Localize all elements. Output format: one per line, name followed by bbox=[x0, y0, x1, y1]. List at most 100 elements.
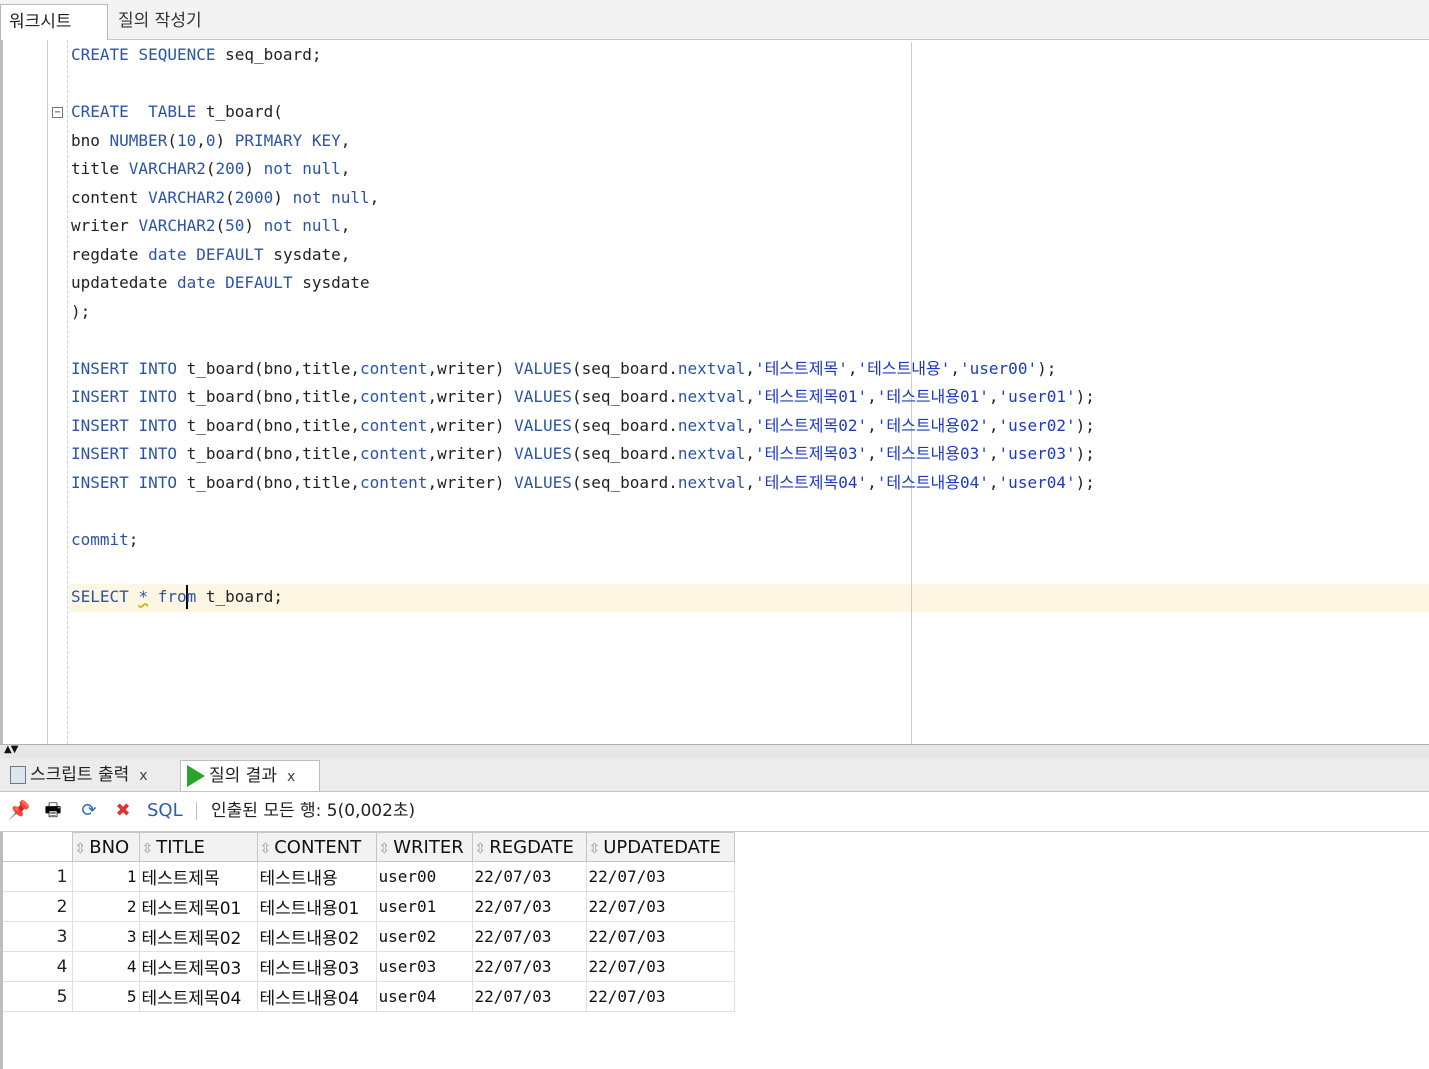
code-line[interactable]: writer VARCHAR2(50) not null, bbox=[71, 212, 1095, 241]
cell-title[interactable]: 테스트제목 bbox=[138, 861, 258, 892]
cell-regdate[interactable]: 22/07/03 bbox=[471, 861, 587, 892]
table-row[interactable]: 1 1 테스트제목 테스트내용 user00 22/07/03 22/07/03 bbox=[3, 861, 735, 892]
code-line[interactable]: CREATE SEQUENCE seq_board; bbox=[71, 41, 1095, 70]
cell-writer[interactable]: user02 bbox=[375, 921, 473, 952]
code-token: '테스트내용01' bbox=[876, 387, 989, 406]
row-number[interactable]: 1 bbox=[3, 861, 73, 892]
code-line[interactable]: ); bbox=[71, 298, 1095, 327]
cell-writer[interactable]: user04 bbox=[375, 981, 473, 1012]
code-token: 0 bbox=[205, 130, 216, 150]
table-row[interactable]: 4 4 테스트제목03 테스트내용03 user03 22/07/03 22/0… bbox=[3, 951, 735, 982]
column-header-writer[interactable]: ⇳ WRITER bbox=[375, 832, 473, 862]
cell-title[interactable]: 테스트제목04 bbox=[138, 981, 258, 1012]
code-line[interactable]: SELECT * from t_board; bbox=[71, 583, 1095, 612]
close-icon[interactable]: x bbox=[287, 769, 295, 785]
code-line[interactable]: commit; bbox=[71, 526, 1095, 555]
code-token: ) bbox=[244, 216, 264, 235]
pane-splitter[interactable]: ▲▼ bbox=[0, 744, 1429, 758]
code-line[interactable]: INSERT INTO t_board(bno,title,content,wr… bbox=[71, 469, 1095, 498]
code-line[interactable]: INSERT INTO t_board(bno,title,content,wr… bbox=[71, 355, 1095, 384]
cell-bno[interactable]: 5 bbox=[71, 981, 140, 1012]
code-line[interactable] bbox=[71, 497, 1095, 526]
cell-regdate[interactable]: 22/07/03 bbox=[471, 981, 587, 1012]
code-line[interactable]: INSERT INTO t_board(bno,title,content,wr… bbox=[71, 383, 1095, 412]
code-line[interactable]: bno NUMBER(10,0) PRIMARY KEY, bbox=[71, 127, 1095, 156]
table-row[interactable]: 2 2 테스트제목01 테스트내용01 user01 22/07/03 22/0… bbox=[3, 891, 735, 922]
tab-query-result[interactable]: 질의 결과 x bbox=[180, 760, 320, 791]
cell-title[interactable]: 테스트제목02 bbox=[138, 921, 258, 952]
row-number[interactable]: 3 bbox=[3, 921, 73, 952]
tab-query-builder[interactable]: 질의 작성기 bbox=[110, 4, 230, 40]
cell-updatedate[interactable]: 22/07/03 bbox=[585, 861, 735, 892]
fold-toggle-icon[interactable]: − bbox=[52, 107, 63, 118]
code-token: VALUES bbox=[514, 415, 572, 435]
sort-icon: ⇳ bbox=[141, 840, 154, 857]
cell-bno[interactable]: 4 bbox=[71, 951, 140, 982]
code-token: t_board(bno,title, bbox=[176, 444, 360, 463]
cell-bno[interactable]: 2 bbox=[71, 891, 140, 922]
row-number[interactable]: 5 bbox=[3, 981, 73, 1012]
cell-title[interactable]: 테스트제목03 bbox=[138, 951, 258, 982]
column-header-bno[interactable]: ⇳ BNO bbox=[71, 832, 140, 862]
code-line[interactable] bbox=[71, 70, 1095, 99]
clear-icon[interactable]: ✖ bbox=[112, 800, 134, 822]
cell-content[interactable]: 테스트내용01 bbox=[256, 891, 377, 922]
tab-worksheet[interactable]: 워크시트 bbox=[0, 4, 108, 40]
cell-regdate[interactable]: 22/07/03 bbox=[471, 891, 587, 922]
code-token: 'user01' bbox=[998, 387, 1076, 406]
code-token: nextval bbox=[677, 358, 746, 378]
code-token: 'user03' bbox=[998, 444, 1076, 463]
code-line[interactable]: regdate date DEFAULT sysdate, bbox=[71, 241, 1095, 270]
code-line[interactable]: updatedate date DEFAULT sysdate bbox=[71, 269, 1095, 298]
cell-regdate[interactable]: 22/07/03 bbox=[471, 951, 587, 982]
close-icon[interactable]: x bbox=[139, 768, 147, 784]
code-line[interactable] bbox=[71, 326, 1095, 355]
code-token: , bbox=[196, 130, 206, 150]
cell-regdate[interactable]: 22/07/03 bbox=[471, 921, 587, 952]
splitter-arrows-icon[interactable]: ▲▼ bbox=[4, 744, 18, 755]
code-token: 50 bbox=[225, 216, 245, 235]
print-icon[interactable]: 🖶 bbox=[42, 800, 64, 822]
cell-updatedate[interactable]: 22/07/03 bbox=[585, 921, 735, 952]
cell-updatedate[interactable]: 22/07/03 bbox=[585, 891, 735, 922]
refresh-icon[interactable]: ⟳ bbox=[78, 800, 100, 822]
code-token: SELECT bbox=[71, 586, 129, 606]
cell-bno[interactable]: 1 bbox=[71, 861, 140, 892]
row-number[interactable]: 2 bbox=[3, 891, 73, 922]
pin-icon[interactable]: 📌 bbox=[8, 800, 30, 822]
code-token: ( bbox=[205, 159, 216, 178]
column-header-title[interactable]: ⇳ TITLE bbox=[138, 832, 258, 862]
cell-updatedate[interactable]: 22/07/03 bbox=[585, 981, 735, 1012]
code-line[interactable]: CREATE TABLE t_board( bbox=[71, 98, 1095, 127]
sql-button[interactable]: SQL bbox=[147, 798, 183, 824]
cell-bno[interactable]: 3 bbox=[71, 921, 140, 952]
table-row[interactable]: 3 3 테스트제목02 테스트내용02 user02 22/07/03 22/0… bbox=[3, 921, 735, 952]
code-token: content bbox=[360, 387, 428, 406]
sql-editor[interactable]: − CREATE SEQUENCE seq_board; CREATE TABL… bbox=[0, 40, 1429, 744]
results-grid[interactable]: ⇳ BNO ⇳ TITLE ⇳ CONTENT ⇳ WRITER ⇳ REGDATE ⇳ U… bbox=[0, 832, 1429, 1069]
cell-writer[interactable]: user00 bbox=[375, 861, 473, 892]
row-number[interactable]: 4 bbox=[3, 951, 73, 982]
code-line[interactable]: content VARCHAR2(2000) not null, bbox=[71, 184, 1095, 213]
cell-content[interactable]: 테스트내용 bbox=[256, 861, 377, 892]
cell-title[interactable]: 테스트제목01 bbox=[138, 891, 258, 922]
code-line[interactable]: INSERT INTO t_board(bno,title,content,wr… bbox=[71, 412, 1095, 441]
code-line[interactable]: INSERT INTO t_board(bno,title,content,wr… bbox=[71, 440, 1095, 469]
cell-content[interactable]: 테스트내용04 bbox=[256, 981, 377, 1012]
cell-updatedate[interactable]: 22/07/03 bbox=[585, 951, 735, 982]
code-line[interactable]: title VARCHAR2(200) not null, bbox=[71, 155, 1095, 184]
cell-writer[interactable]: user03 bbox=[375, 951, 473, 982]
cell-content[interactable]: 테스트내용03 bbox=[256, 951, 377, 982]
cell-writer[interactable]: user01 bbox=[375, 891, 473, 922]
code-line[interactable] bbox=[71, 554, 1095, 583]
cell-content[interactable]: 테스트내용02 bbox=[256, 921, 377, 952]
column-header-regdate[interactable]: ⇳ REGDATE bbox=[471, 832, 587, 862]
results-toolbar: 📌 🖶 ⟳ ✖ SQL 인출된 모든 행: 5(0,002초) bbox=[0, 792, 1429, 832]
code-text[interactable]: CREATE SEQUENCE seq_board; CREATE TABLE … bbox=[71, 41, 1095, 611]
column-header-updatedate[interactable]: ⇳ UPDATEDATE bbox=[585, 832, 735, 862]
table-row[interactable]: 5 5 테스트제목04 테스트내용04 user04 22/07/03 22/0… bbox=[3, 981, 735, 1012]
column-header-content[interactable]: ⇳ CONTENT bbox=[256, 832, 377, 862]
code-token: commit bbox=[71, 529, 129, 549]
tab-script-output[interactable]: 스크립트 출력 x bbox=[4, 760, 180, 791]
